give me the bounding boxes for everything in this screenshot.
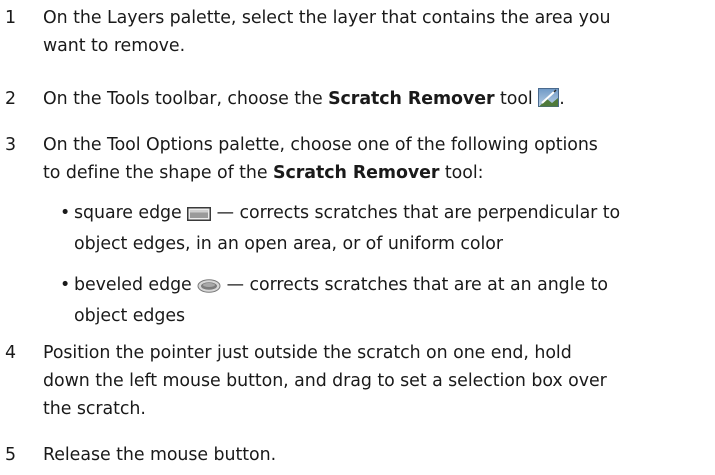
step-line: On the Layers palette, select the layer …	[43, 8, 611, 28]
step-text: On the Tool Options palette, choose one …	[43, 131, 710, 187]
step-line: Release the mouse button.	[43, 445, 277, 465]
step-number: 2	[5, 89, 17, 109]
option-description: — corrects scratches that are perpendicu…	[211, 203, 621, 223]
step-line: want to remove.	[43, 36, 186, 56]
step-text-post: tool	[494, 89, 533, 109]
step-number: 3	[5, 135, 17, 155]
step-text-pre: to define the shape of the	[43, 163, 274, 183]
option-line: beveled edge — corrects scratches that a…	[74, 271, 710, 302]
square-edge-icon	[187, 202, 212, 230]
step-text: the scratch.	[43, 395, 710, 423]
option-line: object edges	[74, 306, 186, 326]
option-description: — corrects scratches that are at an angl…	[221, 275, 608, 295]
step-line: the scratch.	[43, 399, 146, 419]
step-text: Position the pointer just outside the sc…	[43, 339, 710, 395]
step-text: Release the mouse button.	[43, 441, 710, 469]
step-text-pre: On the Tools toolbar, choose the	[43, 89, 329, 109]
step-line: Position the pointer just outside the sc…	[43, 343, 572, 363]
option-label: beveled edge	[74, 275, 198, 295]
beveled-edge-icon	[197, 274, 221, 302]
tool-name: Scratch Remover	[328, 89, 495, 109]
step-line: On the Tools toolbar, choose the Scratch…	[43, 85, 710, 116]
step-line: down the left mouse button, and drag to …	[43, 371, 607, 391]
step-line: On the Tool Options palette, choose one …	[43, 135, 598, 155]
option-label: square edge	[74, 203, 188, 223]
step-number: 1	[5, 8, 17, 28]
step-number: 4	[5, 343, 17, 363]
scratch-remover-tool-icon	[538, 88, 560, 116]
step-text-end: .	[559, 89, 565, 109]
bullet: •	[60, 203, 71, 223]
step-text: On the Tools toolbar, choose the Scratch…	[43, 85, 710, 116]
step-number: 5	[5, 445, 17, 465]
step-text-post: tool:	[439, 163, 484, 183]
step-text: On the Layers palette, select the layer …	[43, 4, 710, 60]
step-line: to define the shape of the Scratch Remov…	[43, 159, 710, 187]
option-text: beveled edge — corrects scratches that a…	[74, 271, 710, 330]
bullet: •	[60, 275, 71, 295]
option-line: object edges, in an open area, or of uni…	[74, 234, 503, 254]
tool-name: Scratch Remover	[273, 163, 440, 183]
option-line: square edge — corrects scratches that ar…	[74, 199, 710, 230]
option-text: square edge — corrects scratches that ar…	[74, 199, 710, 258]
